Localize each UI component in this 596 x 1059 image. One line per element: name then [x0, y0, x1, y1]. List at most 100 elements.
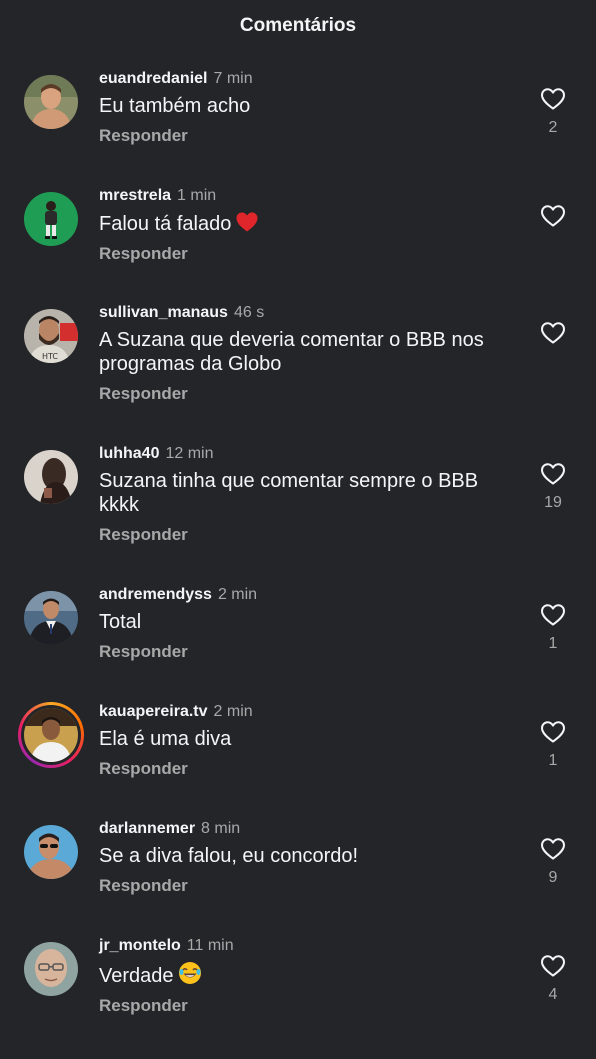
comment-meta: darlannemer 8 min	[99, 819, 519, 839]
like-group: 19	[536, 462, 570, 512]
username[interactable]: euandredaniel	[99, 70, 207, 87]
username[interactable]: mrestrela	[99, 187, 171, 204]
comment-text: Total	[99, 610, 519, 634]
comment-content: euandredaniel 7 min Eu também acho Respon…	[99, 69, 519, 146]
avatar[interactable]	[24, 450, 78, 504]
like-count: 2	[548, 119, 558, 136]
like-count: 19	[544, 494, 562, 511]
like-count: 4	[548, 986, 558, 1003]
like-group: 4	[536, 954, 570, 1004]
comment-item: jr_montelo 11 min Verdade Responder 4	[0, 937, 596, 1059]
comment-meta: jr_montelo 11 min	[99, 936, 519, 956]
avatar[interactable]	[24, 825, 78, 879]
comment-body: Se a diva falou, eu concordo!	[99, 845, 359, 867]
username[interactable]: sullivan_manaus	[99, 304, 228, 321]
comment-body: Suzana tinha que comentar sempre o BBB k…	[99, 470, 479, 516]
username[interactable]: kauapereira.tv	[99, 703, 208, 720]
reply-button[interactable]: Responder	[99, 126, 188, 146]
comment-item: HTC sullivan_manaus 46 s A Suzana que dev…	[0, 304, 596, 426]
comment-meta: kauapereira.tv 2 min	[99, 702, 519, 722]
heart-outline-icon[interactable]	[540, 954, 566, 978]
reply-button[interactable]: Responder	[99, 384, 188, 404]
person-shirtless-avatar	[24, 75, 78, 129]
heart-outline-icon[interactable]	[540, 720, 566, 744]
heart-outline-icon[interactable]	[540, 87, 566, 111]
timestamp: 11 min	[186, 937, 234, 954]
comments-sheet: Comentários euandredaniel 7 min Eu també…	[0, 0, 596, 1024]
comment-meta: euandredaniel 7 min	[99, 69, 519, 89]
comment-text: Suzana tinha que comentar sempre o BBB k…	[99, 469, 519, 517]
comment-content: luhha40 12 min Suzana tinha que comentar …	[99, 444, 519, 545]
person-face-avatar	[24, 942, 78, 996]
avatar[interactable]	[24, 942, 78, 996]
reply-button[interactable]: Responder	[99, 876, 188, 896]
comment-text: Ela é uma diva	[99, 727, 519, 751]
comment-item: luhha40 12 min Suzana tinha que comentar …	[0, 445, 596, 567]
comment-text: Se a diva falou, eu concordo!	[99, 844, 519, 868]
heart-outline-icon[interactable]	[540, 462, 566, 486]
comment-text: Eu também acho	[99, 94, 519, 118]
person-story-avatar	[24, 708, 78, 762]
comment-text: Falou tá falado	[99, 211, 519, 236]
reply-button[interactable]: Responder	[99, 525, 188, 545]
heart-outline-icon[interactable]	[540, 603, 566, 627]
comment-body: A Suzana que deveria comentar o BBB nos …	[99, 329, 484, 375]
comment-content: sullivan_manaus 46 s A Suzana que deveria…	[99, 303, 519, 404]
username[interactable]: andremendyss	[99, 586, 212, 603]
comment-body: Ela é uma diva	[99, 728, 232, 750]
like-group: 2	[536, 87, 570, 137]
timestamp: 2 min	[217, 586, 258, 603]
comment-meta: luhha40 12 min	[99, 444, 519, 464]
reply-button[interactable]: Responder	[99, 759, 188, 779]
person-suit-avatar	[24, 591, 78, 645]
username[interactable]: jr_montelo	[99, 937, 181, 954]
comment-item: mrestrela 1 min Falou tá falado Responder	[0, 187, 596, 309]
comment-item: andremendyss 2 min Total Responder 1	[0, 586, 596, 708]
person-green-avatar	[24, 192, 78, 246]
story-ring-avatar[interactable]	[18, 702, 84, 768]
heart-outline-icon[interactable]	[540, 204, 566, 228]
username[interactable]: luhha40	[99, 445, 159, 462]
laughing-face-icon	[178, 962, 201, 984]
avatar-ring-gap	[21, 705, 81, 765]
timestamp: 8 min	[201, 820, 241, 837]
comment-meta: sullivan_manaus 46 s	[99, 303, 519, 323]
reply-button[interactable]: Responder	[99, 244, 188, 264]
like-count: 9	[548, 869, 558, 886]
avatar[interactable]: HTC	[24, 309, 78, 363]
comment-content: andremendyss 2 min Total Responder	[99, 585, 519, 662]
comment-text: Verdade	[99, 961, 519, 988]
timestamp: 46 s	[233, 304, 265, 321]
like-group	[536, 204, 570, 236]
comment-content: mrestrela 1 min Falou tá falado Responder	[99, 186, 519, 264]
comment-body: Total	[99, 611, 142, 633]
red-heart-icon	[236, 212, 258, 232]
reply-button[interactable]: Responder	[99, 642, 188, 662]
avatar[interactable]	[24, 75, 78, 129]
timestamp: 1 min	[177, 187, 217, 204]
comments-list[interactable]: euandredaniel 7 min Eu também acho Respon…	[0, 0, 596, 1024]
comment-item: darlannemer 8 min Se a diva falou, eu con…	[0, 820, 596, 942]
reply-button[interactable]: Responder	[99, 996, 188, 1016]
comment-content: darlannemer 8 min Se a diva falou, eu con…	[99, 819, 519, 896]
timestamp: 2 min	[213, 703, 253, 720]
timestamp: 12 min	[165, 445, 214, 462]
comment-meta: mrestrela 1 min	[99, 186, 519, 206]
like-group: 1	[536, 603, 570, 653]
comment-text: A Suzana que deveria comentar o BBB nos …	[99, 328, 519, 376]
avatar[interactable]	[24, 591, 78, 645]
heart-outline-icon[interactable]	[540, 837, 566, 861]
username[interactable]: darlannemer	[99, 820, 195, 837]
comment-content: kauapereira.tv 2 min Ela é uma diva Respo…	[99, 702, 519, 779]
comment-item: kauapereira.tv 2 min Ela é uma diva Respo…	[0, 702, 596, 825]
like-group: 1	[536, 720, 570, 770]
comment-item: euandredaniel 7 min Eu também acho Respon…	[0, 70, 596, 192]
person-bearded-avatar: HTC	[24, 309, 78, 363]
svg-text:HTC: HTC	[42, 352, 58, 361]
comment-meta: andremendyss 2 min	[99, 585, 519, 605]
like-count: 1	[548, 752, 558, 769]
comment-body: Eu também acho	[99, 95, 251, 117]
avatar[interactable]	[24, 192, 78, 246]
heart-outline-icon[interactable]	[540, 321, 566, 345]
comment-body: Falou tá falado	[99, 213, 232, 235]
